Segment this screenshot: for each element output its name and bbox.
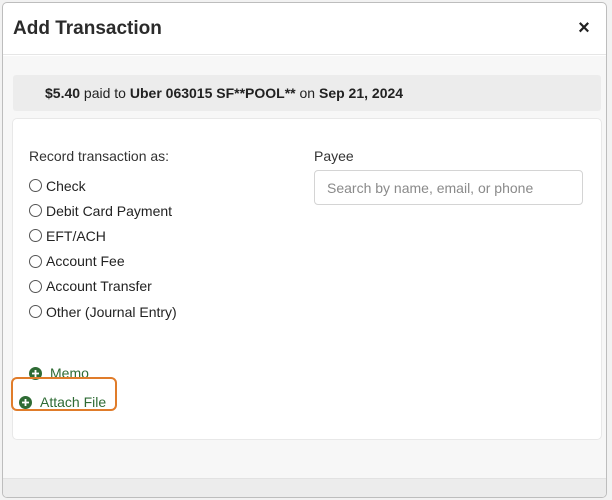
record-as-label: Record transaction as: xyxy=(29,148,170,164)
radio-option-label: Other (Journal Entry) xyxy=(46,303,177,320)
plus-circle-icon xyxy=(19,395,32,409)
radio-option-label: EFT/ACH xyxy=(46,227,106,244)
payee-search-input[interactable] xyxy=(314,170,583,205)
summary-paid-to-text: paid to xyxy=(80,85,130,101)
radio-option-account-transfer[interactable]: Account Transfer xyxy=(29,274,177,299)
close-button[interactable]: × xyxy=(572,17,596,41)
summary-amount: $5.40 xyxy=(45,85,81,101)
payee-label: Payee xyxy=(314,148,354,164)
summary-on-text: on xyxy=(295,85,319,101)
radio-button[interactable] xyxy=(29,254,42,268)
attach-file-label: Attach File xyxy=(40,394,107,410)
radio-option-label: Check xyxy=(46,177,86,194)
modal-footer xyxy=(3,478,606,497)
close-icon: × xyxy=(578,17,590,39)
radio-option-label: Account Transfer xyxy=(46,278,152,295)
attach-file-link[interactable]: Attach File xyxy=(19,394,106,410)
record-as-radio-group: Check Debit Card Payment EFT/ACH Account… xyxy=(29,173,177,324)
radio-button[interactable] xyxy=(29,229,42,243)
radio-option-eft-ach[interactable]: EFT/ACH xyxy=(29,223,177,248)
summary-date: Sep 21, 2024 xyxy=(318,85,404,101)
radio-option-debit-card-payment[interactable]: Debit Card Payment xyxy=(29,198,177,223)
radio-option-label: Debit Card Payment xyxy=(46,202,173,219)
modal-body: $5.40 paid to Uber 063015 SF**POOL** on … xyxy=(3,56,606,479)
radio-option-other-journal-entry[interactable]: Other (Journal Entry) xyxy=(29,299,177,324)
modal-title: Add Transaction xyxy=(13,17,162,39)
radio-button[interactable] xyxy=(29,279,42,293)
add-transaction-modal: Add Transaction × $5.40 paid to Uber 063… xyxy=(3,3,606,497)
summary-payee: Uber 063015 SF**POOL** xyxy=(129,85,296,101)
modal-header: Add Transaction × xyxy=(3,3,606,55)
radio-option-check[interactable]: Check xyxy=(29,173,177,198)
radio-button[interactable] xyxy=(29,305,42,319)
transaction-summary: $5.40 paid to Uber 063015 SF**POOL** on … xyxy=(13,75,601,111)
radio-button[interactable] xyxy=(29,179,42,193)
radio-button[interactable] xyxy=(29,204,42,218)
radio-option-label: Account Fee xyxy=(46,253,125,270)
radio-option-account-fee[interactable]: Account Fee xyxy=(29,249,177,274)
